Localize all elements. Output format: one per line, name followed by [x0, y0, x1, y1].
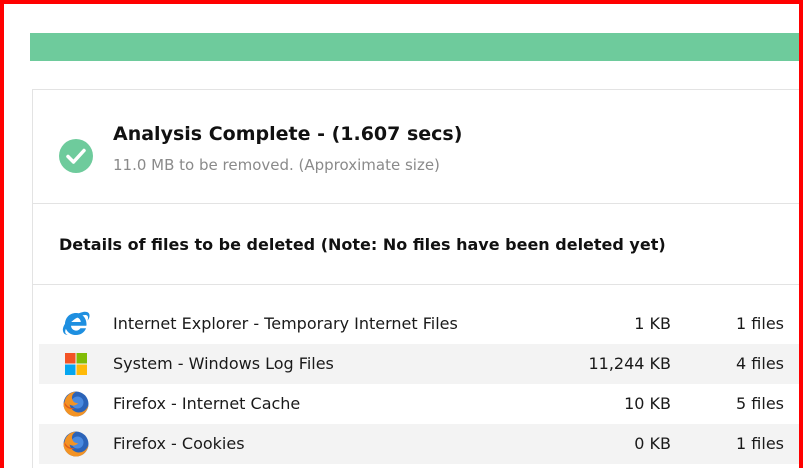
divider [33, 284, 799, 285]
highlight-frame: Analysis Complete - (1.607 secs) 11.0 MB… [0, 0, 803, 468]
firefox-icon [63, 391, 89, 417]
row-name: System - Windows Log Files [113, 354, 334, 373]
list-item[interactable]: Firefox - Cookies 0 KB 1 files [39, 424, 799, 464]
row-count: 4 files [736, 354, 784, 373]
list-item[interactable]: System - Windows Log Files 11,244 KB 4 f… [39, 344, 799, 384]
row-name: Firefox - Internet Cache [113, 394, 301, 413]
row-size: 11,244 KB [588, 354, 671, 373]
internet-explorer-icon [62, 311, 90, 335]
list-item[interactable]: Internet Explorer - Temporary Internet F… [39, 304, 799, 344]
divider [33, 203, 799, 204]
row-size: 0 KB [634, 434, 671, 453]
progress-fill [30, 33, 799, 61]
check-circle-icon [59, 139, 93, 173]
windows-icon [65, 353, 87, 375]
row-name: Internet Explorer - Temporary Internet F… [113, 314, 458, 333]
analysis-subtitle: 11.0 MB to be removed. (Approximate size… [113, 156, 440, 174]
list-item[interactable]: Firefox - Internet Cache 10 KB 5 files [39, 384, 799, 424]
row-name: Firefox - Cookies [113, 434, 245, 453]
analysis-title: Analysis Complete - (1.607 secs) [113, 123, 463, 145]
file-details-list: Internet Explorer - Temporary Internet F… [39, 304, 799, 464]
analysis-progress-bar [30, 33, 799, 61]
row-count: 1 files [736, 314, 784, 333]
results-panel: Analysis Complete - (1.607 secs) 11.0 MB… [32, 89, 799, 468]
firefox-icon [63, 431, 89, 457]
row-size: 10 KB [624, 394, 671, 413]
details-heading: Details of files to be deleted (Note: No… [59, 235, 666, 254]
row-size: 1 KB [634, 314, 671, 333]
row-count: 5 files [736, 394, 784, 413]
row-count: 1 files [736, 434, 784, 453]
